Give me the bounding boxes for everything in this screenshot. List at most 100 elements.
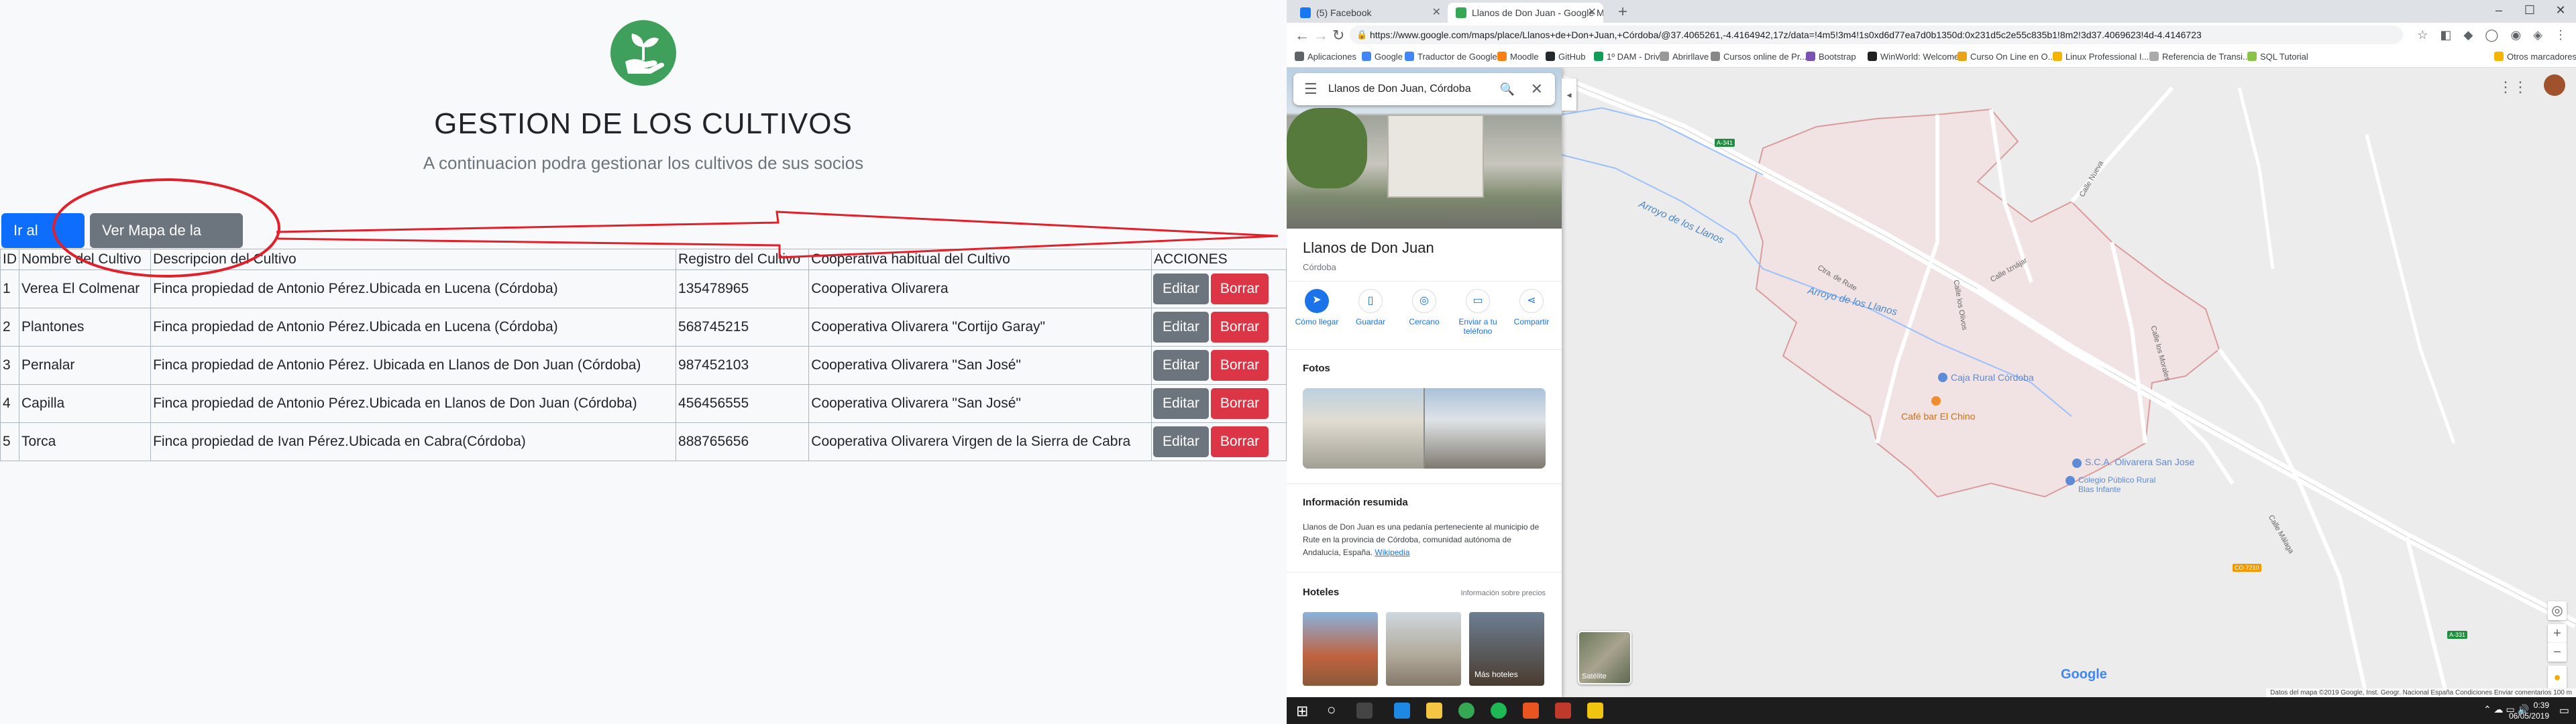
place-photo[interactable] [1303,388,1424,469]
avatar[interactable] [2544,74,2565,96]
spotify-icon[interactable] [1491,703,1507,719]
extension-icon[interactable]: ◆ [2463,28,2473,42]
go-to-menu-button[interactable]: Ir al menu [1,213,85,274]
new-tab-icon[interactable]: + [1618,3,1627,21]
school-pin-icon[interactable] [2065,476,2075,485]
extension-icon[interactable]: ◧ [2440,28,2451,42]
bookmark-item[interactable]: WinWorld: Welcome [1868,52,1959,62]
directions-button[interactable]: ➤ Cómo llegar [1293,289,1340,336]
hotel-card[interactable] [1303,612,1378,686]
maps-search-box[interactable]: ☰ Llanos de Don Juan, Córdoba 🔍 ✕ [1293,73,1555,105]
poi-label[interactable]: S.C.A. Olivarera San Jose [2085,457,2194,467]
street-view-pegman-icon[interactable]: ● [2548,666,2567,688]
bookmark-item[interactable]: Curso On Line en O... [1957,52,2055,62]
file-explorer-icon[interactable] [1426,703,1442,719]
edit-button[interactable]: Editar [1152,350,1209,381]
bookmark-item[interactable]: GitHub [1546,52,1585,62]
profile-icon[interactable]: ◯ [2485,28,2498,42]
bookmark-item[interactable]: Traductor de Google [1405,52,1497,62]
delete-button[interactable]: Borrar [1210,350,1269,381]
zoom-out-icon[interactable]: − [2548,643,2567,662]
close-tab-icon[interactable]: ✕ [1432,3,1441,23]
bookmark-star-icon[interactable]: ☆ [2417,28,2428,42]
map-canvas[interactable]: Arroyo de los Llanos Arroyo de los Llano… [1562,68,2576,697]
bookmark-item[interactable]: Google [1362,52,1403,62]
firefox-icon[interactable] [1394,703,1410,719]
minimize-icon[interactable]: – [2483,0,2514,23]
bookmark-item[interactable]: 1º DAM - Drive [1594,52,1664,62]
cell-id: 2 [0,308,19,347]
poi-label[interactable]: Café bar El Chino [1901,411,1976,422]
task-view-icon[interactable] [1356,703,1373,719]
cell-id: 3 [0,346,19,385]
extension-icon[interactable]: ◈ [2533,28,2542,42]
hamburger-menu-icon[interactable]: ☰ [1304,73,1318,105]
edit-button[interactable]: Editar [1152,274,1209,304]
close-window-icon[interactable]: ✕ [2545,0,2576,23]
search-input[interactable]: Llanos de Don Juan, Córdoba [1328,83,1471,95]
cell-description: Finca propiedad de Antonio Pérez.Ubicada… [150,308,677,347]
tab-facebook[interactable]: (5) Facebook ✕ [1292,3,1448,23]
search-icon[interactable]: ○ [1327,701,1336,719]
bank-pin-icon[interactable] [1938,373,1947,382]
app-icon[interactable] [1555,703,1571,719]
bookmark-item[interactable]: Aplicaciones [1295,52,1356,62]
edit-button[interactable]: Editar [1152,312,1209,343]
edit-button[interactable]: Editar [1152,388,1209,419]
wikipedia-link[interactable]: Wikipedia [1375,548,1409,557]
app-icon[interactable] [1523,703,1539,719]
bookmark-item[interactable]: Linux Professional I... [2053,52,2149,62]
poi-label[interactable]: Caja Rural Córdoba [1951,372,2034,383]
photos-strip[interactable] [1303,388,1546,469]
cell-id: 1 [0,269,19,308]
google-apps-icon[interactable]: ⋮⋮ [2498,78,2528,96]
delete-button[interactable]: Borrar [1210,426,1269,457]
cell-actions: Editar Borrar [1150,384,1287,423]
tab-google-maps[interactable]: Llanos de Don Juan - Google Ma... ✕ [1448,3,1603,23]
delete-button[interactable]: Borrar [1210,312,1269,343]
save-button[interactable]: ▯ Guardar [1347,289,1394,336]
zoom-in-icon[interactable]: + [2548,624,2567,643]
bookmark-item[interactable]: Referencia de Transi... [2149,52,2250,62]
address-bar[interactable]: 🔒 https://www.google.com/maps/place/Llan… [1350,25,2403,44]
app-icon[interactable] [1587,703,1603,719]
bootstrap-icon [1806,52,1815,61]
notifications-icon[interactable]: ▭ [2559,704,2569,717]
cooperative-pin-icon[interactable] [2072,459,2082,468]
search-icon[interactable]: 🔍 [1500,73,1515,105]
bookmark-item[interactable]: Otros marcadores [2494,52,2576,62]
bookmark-item[interactable]: Moodle [1497,52,1539,62]
more-hotels-card[interactable]: Más hoteles [1469,612,1544,686]
reload-icon[interactable]: ↻ [1332,27,1344,44]
hotel-card[interactable] [1386,612,1461,686]
chrome-menu-icon[interactable]: ⋮ [2555,28,2567,42]
forward-icon[interactable]: → [1313,27,1328,44]
taskbar-clock[interactable]: 0:39 06/05/2019 [2509,700,2549,721]
clear-search-icon[interactable]: ✕ [1531,73,1543,105]
send-to-phone-button[interactable]: ▭ Enviar a tu teléfono [1454,289,1501,336]
satellite-toggle[interactable]: Satélite [1578,631,1631,684]
cafe-pin-icon[interactable] [1931,396,1941,406]
lpi-icon [2053,52,2062,61]
place-photo[interactable] [1425,388,1546,469]
bookmark-item[interactable]: Bootstrap [1806,52,1856,62]
edit-button[interactable]: Editar [1152,426,1209,457]
delete-button[interactable]: Borrar [1210,274,1269,304]
close-tab-icon[interactable]: ✕ [1588,3,1597,23]
collapse-panel-icon[interactable]: ◂ [1562,78,1576,111]
share-button[interactable]: ⋖ Compartir [1508,289,1555,336]
poi-label[interactable]: Colegio Público Rural Blas Infante [2078,475,2159,494]
back-icon[interactable]: ← [1295,27,1309,44]
hotel-price-info[interactable]: Información sobre precios [1460,589,1546,597]
nearby-button[interactable]: ◎ Cercano [1401,289,1448,336]
bookmark-item[interactable]: Cursos online de Pr... [1711,52,1807,62]
maximize-icon[interactable]: ☐ [2514,0,2545,23]
delete-button[interactable]: Borrar [1210,388,1269,419]
my-location-icon[interactable]: ◎ [2548,601,2567,620]
bookmark-item[interactable]: Abrirllave [1660,52,1709,62]
chrome-icon[interactable] [1458,703,1474,719]
windows-start-icon[interactable]: ⊞ [1296,703,1308,720]
view-zone-map-button[interactable]: Ver Mapa de la zona [90,213,243,274]
extension-icon[interactable]: ◉ [2510,28,2521,42]
bookmark-item[interactable]: SQL Tutorial [2247,52,2308,62]
